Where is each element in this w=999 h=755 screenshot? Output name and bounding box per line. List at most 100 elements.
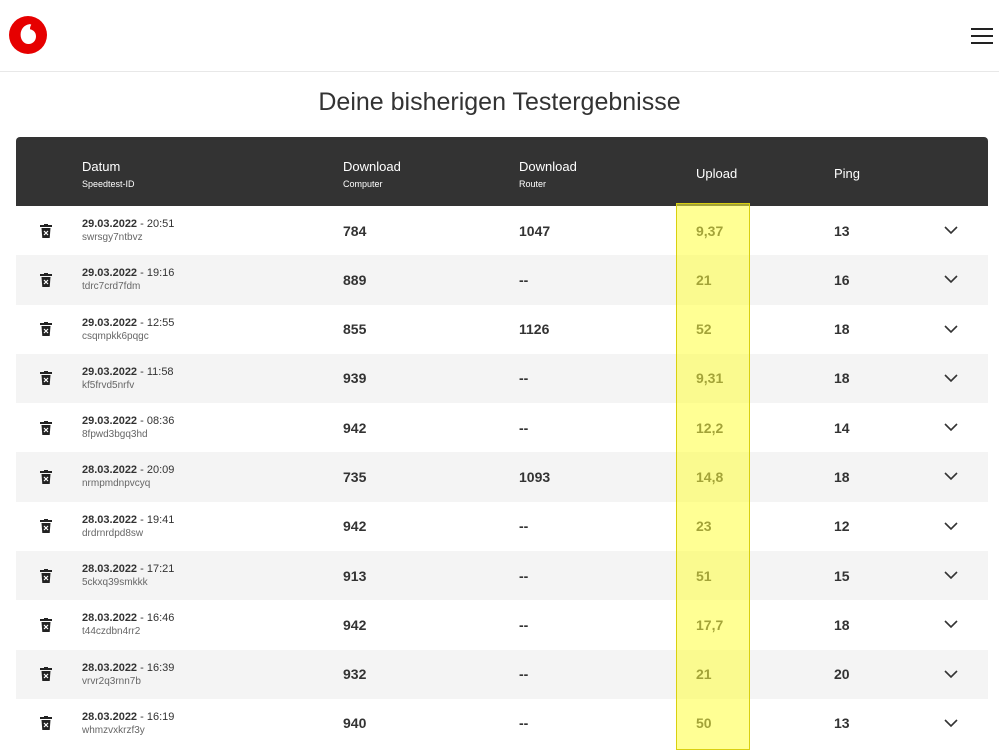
table-row[interactable]: 29.03.2022 - 12:55 csqmpkk6pqgc 855 1126 52 1… xyxy=(16,304,988,354)
chevron-down-icon[interactable] xyxy=(944,650,960,699)
trash-icon[interactable] xyxy=(40,354,56,403)
download-computer-value: 735 xyxy=(343,468,367,485)
ping-value: 12 xyxy=(834,518,850,535)
column-header-ping-label: Ping xyxy=(834,166,861,181)
chevron-down-icon[interactable] xyxy=(944,206,960,255)
download-router-value: 1093 xyxy=(519,468,551,485)
date-time: 29.03.2022 - 19:16 xyxy=(82,267,174,279)
test-time: - 20:09 xyxy=(137,464,175,477)
trash-icon[interactable] xyxy=(40,403,56,452)
date-time: 28.03.2022 - 16:39 xyxy=(82,662,174,674)
speedtest-id: 8fpwd3bgq3hd xyxy=(82,429,148,441)
trash-icon[interactable] xyxy=(40,699,56,748)
table-row[interactable]: 29.03.2022 - 20:51 swrsgy7ntbvz 784 1047 9,3… xyxy=(16,206,988,256)
upload-value: 12,2 xyxy=(696,419,724,436)
chevron-down-icon[interactable] xyxy=(944,354,960,403)
download-computer-value: 942 xyxy=(343,518,367,535)
download-router-value: -- xyxy=(519,518,529,535)
ping-value: 18 xyxy=(834,321,850,338)
table-row[interactable]: 28.03.2022 - 20:09 nrmpmdnpvcyq 735 1093 14,… xyxy=(16,452,988,502)
table-row[interactable]: 29.03.2022 - 19:16 tdrc7crd7fdm 889 -- 21 16 xyxy=(16,255,988,305)
download-router-value: -- xyxy=(519,419,529,436)
table-body: 29.03.2022 - 20:51 swrsgy7ntbvz 784 1047 9,3… xyxy=(16,206,988,749)
chevron-down-icon[interactable] xyxy=(944,403,960,452)
speedtest-id: 5ckxq39smkkk xyxy=(82,577,148,589)
date-cell: 28.03.2022 - 16:19 whmzvxkrzf3y xyxy=(82,699,174,748)
download-computer-value: 913 xyxy=(343,567,367,584)
upload-value: 23 xyxy=(696,518,712,535)
download-router-value: 1126 xyxy=(519,321,550,338)
trash-icon[interactable] xyxy=(40,502,56,551)
download-computer-value: 784 xyxy=(343,222,367,239)
chevron-down-icon[interactable] xyxy=(944,699,960,748)
test-time: - 20:51 xyxy=(137,218,175,230)
hamburger-menu-icon[interactable] xyxy=(971,28,993,44)
trash-icon[interactable] xyxy=(40,305,56,354)
column-header-download-computer-label: Download xyxy=(343,159,401,174)
upload-value: 9,31 xyxy=(696,370,724,387)
table-row[interactable]: 29.03.2022 - 08:36 8fpwd3bgq3hd 942 -- 12,2 1… xyxy=(16,403,988,453)
download-router-value: -- xyxy=(519,666,529,683)
test-date: 28.03.2022 xyxy=(82,661,138,674)
trash-icon[interactable] xyxy=(40,650,56,699)
upload-value: 50 xyxy=(696,715,712,732)
date-cell: 29.03.2022 - 20:51 swrsgy7ntbvz xyxy=(82,206,174,255)
column-header-download-router-label: Download xyxy=(519,159,577,174)
column-header-download-router-sublabel: Router xyxy=(519,179,547,189)
test-date: 28.03.2022 xyxy=(82,612,138,625)
download-router-value: -- xyxy=(519,715,529,732)
test-time: - 08:36 xyxy=(137,415,175,428)
upload-value: 52 xyxy=(696,321,712,338)
table-row[interactable]: 28.03.2022 - 16:46 t44czdbn4rr2 942 -- 17,7 1… xyxy=(16,600,988,650)
results-table: Datum Speedtest-ID Download Computer Dow… xyxy=(16,137,988,749)
speedtest-id: whmzvxkrzf3y xyxy=(82,724,145,736)
download-computer-value: 942 xyxy=(343,419,367,436)
test-date: 28.03.2022 xyxy=(82,513,138,526)
trash-icon[interactable] xyxy=(40,551,56,600)
chevron-down-icon[interactable] xyxy=(944,502,960,551)
date-time: 29.03.2022 - 20:51 xyxy=(82,218,174,230)
chevron-down-icon[interactable] xyxy=(944,452,960,501)
ping-value: 18 xyxy=(834,370,850,387)
trash-icon[interactable] xyxy=(40,452,56,501)
trash-icon[interactable] xyxy=(40,255,56,304)
table-row[interactable]: 28.03.2022 - 16:39 vrvr2q3rnn7b 932 -- 21 20 xyxy=(16,649,988,699)
table-row[interactable]: 29.03.2022 - 11:58 kf5frvd5nrfv 939 -- 9,31 1… xyxy=(16,353,988,404)
download-router-value: -- xyxy=(519,567,529,584)
test-time: - 19:16 xyxy=(137,267,175,280)
ping-value: 16 xyxy=(834,271,850,288)
trash-icon[interactable] xyxy=(40,600,56,649)
date-time: 28.03.2022 - 19:41 xyxy=(82,514,174,526)
date-cell: 29.03.2022 - 08:36 8fpwd3bgq3hd xyxy=(82,403,174,452)
speedtest-id: vrvr2q3rnn7b xyxy=(82,675,141,687)
date-cell: 28.03.2022 - 16:46 t44czdbn4rr2 xyxy=(82,600,174,649)
table-row[interactable]: 28.03.2022 - 19:41 drdrnrdpd8sw 942 -- 23 12 xyxy=(16,501,988,552)
table-row[interactable]: 28.03.2022 - 17:21 5ckxq39smkkk 913 -- 51 15 xyxy=(16,551,988,601)
test-date: 29.03.2022 xyxy=(82,218,138,230)
date-cell: 28.03.2022 - 17:21 5ckxq39smkkk xyxy=(82,551,174,600)
vodafone-logo-icon[interactable] xyxy=(9,16,47,54)
chevron-down-icon[interactable] xyxy=(944,551,960,600)
ping-value: 13 xyxy=(834,715,850,732)
ping-value: 15 xyxy=(834,567,850,584)
chevron-down-icon[interactable] xyxy=(944,255,960,304)
test-date: 29.03.2022 xyxy=(82,365,138,378)
chevron-down-icon[interactable] xyxy=(944,600,960,649)
speedtest-id: swrsgy7ntbvz xyxy=(82,232,143,243)
speedtest-id: t44czdbn4rr2 xyxy=(82,626,141,638)
upload-value: 14,8 xyxy=(696,468,724,485)
chevron-down-icon[interactable] xyxy=(944,305,960,354)
download-computer-value: 855 xyxy=(343,321,367,338)
table-row[interactable]: 28.03.2022 - 16:19 whmzvxkrzf3y 940 -- 50 13 xyxy=(16,698,988,749)
download-computer-value: 942 xyxy=(343,616,367,633)
download-computer-value: 939 xyxy=(343,370,367,387)
test-time: - 16:46 xyxy=(137,612,175,625)
test-time: - 17:21 xyxy=(137,563,175,576)
trash-icon[interactable] xyxy=(40,206,56,255)
table-header: Datum Speedtest-ID Download Computer Dow… xyxy=(16,137,988,206)
test-date: 28.03.2022 xyxy=(82,464,138,477)
download-computer-value: 932 xyxy=(343,666,367,683)
test-date: 29.03.2022 xyxy=(82,267,138,280)
date-cell: 29.03.2022 - 12:55 csqmpkk6pqgc xyxy=(82,305,174,354)
speedtest-id: drdrnrdpd8sw xyxy=(82,527,144,539)
